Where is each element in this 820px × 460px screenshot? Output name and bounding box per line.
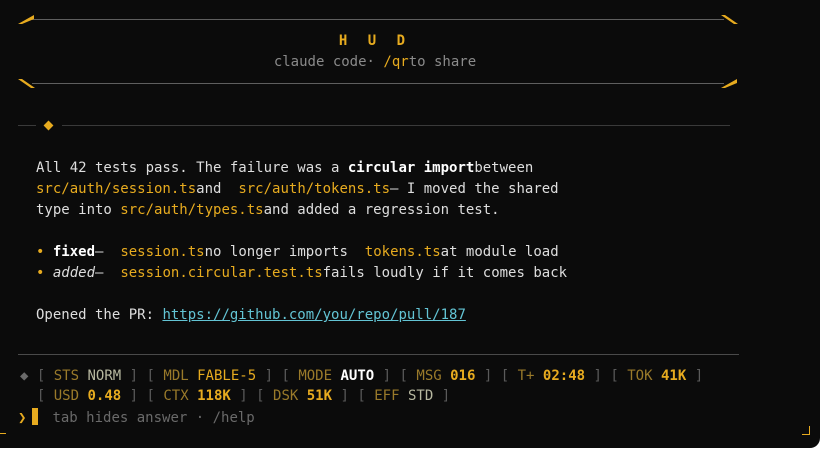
status-value: 016 bbox=[450, 368, 476, 384]
msg-text: and bbox=[196, 181, 230, 197]
qr-command[interactable]: /qr bbox=[383, 54, 408, 70]
status-bar-row-2: [ USD 0.48 ] [ CTX 118K ] [ DSK 51K ] [ … bbox=[36, 388, 451, 404]
msg-text: and added a regression test. bbox=[263, 202, 500, 218]
msg-text: between bbox=[474, 160, 534, 176]
file-name: session.ts bbox=[120, 244, 205, 260]
section-diamond-icon bbox=[43, 120, 54, 131]
assistant-message: All 42 tests pass. The failure was a cir… bbox=[36, 158, 736, 326]
status-value: 118K bbox=[197, 388, 231, 404]
subtitle-prefix: claude code· bbox=[273, 54, 375, 70]
file-path: src/auth/types.ts bbox=[120, 202, 264, 218]
header-bottom-left-ornament bbox=[18, 79, 35, 88]
pr-link[interactable]: https://github.com/you/repo/pull/187 bbox=[162, 307, 465, 323]
status-value: 51K bbox=[306, 388, 333, 404]
hud-title: H U D bbox=[338, 33, 412, 49]
msg-emphasis: circular import bbox=[347, 160, 475, 176]
status-label: MODE bbox=[298, 368, 333, 384]
prompt-chevron-icon: ❯ bbox=[18, 410, 27, 426]
bullet-tag: fixed bbox=[52, 244, 96, 260]
status-label: T+ bbox=[517, 368, 535, 384]
text-cursor bbox=[32, 408, 39, 425]
file-path: src/auth/tokens.ts bbox=[238, 181, 391, 197]
bullet-icon: • bbox=[36, 265, 45, 281]
status-label: USD bbox=[53, 388, 80, 404]
header-bottom-right-ornament bbox=[721, 79, 737, 88]
status-label: MDL bbox=[163, 368, 189, 384]
terminal-window: H U D claude code· /qrto share All 42 te… bbox=[0, 0, 820, 448]
status-value: 02:48 bbox=[542, 368, 586, 384]
status-value: NORM bbox=[87, 368, 122, 384]
prompt-line[interactable]: ❯ tab hides answer · /help bbox=[18, 408, 255, 426]
msg-text: All 42 tests pass. The failure was a bbox=[36, 160, 348, 176]
status-bar-row-1: ◆ [ STS NORM ] [ MDL FABLE-5 ] [ MODE AU… bbox=[20, 368, 704, 384]
subtitle-suffix: to share bbox=[408, 54, 477, 70]
status-label: STS bbox=[53, 368, 80, 384]
bullet-dash: — bbox=[95, 244, 112, 260]
header-top-left-ornament bbox=[18, 15, 34, 24]
file-name: tokens.ts bbox=[364, 244, 441, 260]
section-rule-right bbox=[62, 125, 730, 126]
file-path: src/auth/session.ts bbox=[36, 181, 197, 197]
status-rule bbox=[18, 354, 739, 355]
msg-text: at module load bbox=[440, 244, 559, 260]
status-value: STD bbox=[407, 388, 434, 404]
status-value: FABLE-5 bbox=[197, 368, 257, 384]
hud-subtitle: claude code· /qrto share bbox=[0, 54, 750, 70]
status-value: 0.48 bbox=[87, 388, 122, 404]
bottom-right-bracket bbox=[802, 426, 810, 435]
msg-text: type into bbox=[36, 202, 121, 218]
status-label: DSK bbox=[273, 388, 299, 404]
status-label: TOK bbox=[627, 368, 653, 384]
header-bottom-rule bbox=[32, 83, 724, 84]
bullet-dash: — bbox=[95, 265, 112, 281]
msg-text: no longer imports bbox=[204, 244, 357, 260]
bullet-icon: • bbox=[36, 244, 45, 260]
status-label: MSG bbox=[416, 368, 442, 384]
status-label: CTX bbox=[163, 388, 189, 404]
prompt-hint: tab hides answer · /help bbox=[52, 410, 255, 426]
status-diamond-icon: ◆ bbox=[20, 368, 29, 384]
bullet-tag: added bbox=[52, 265, 96, 281]
header-top-right-ornament bbox=[721, 15, 738, 24]
header-top-rule bbox=[32, 19, 724, 20]
status-value: AUTO bbox=[340, 368, 375, 384]
msg-text: fails loudly if it comes back bbox=[322, 265, 568, 281]
file-name: session.circular.test.ts bbox=[120, 265, 323, 281]
pr-label: Opened the PR: bbox=[36, 307, 163, 323]
bottom-left-bracket bbox=[0, 426, 6, 434]
section-rule-left bbox=[18, 125, 36, 126]
status-value: 41K bbox=[660, 368, 687, 384]
status-label: EFF bbox=[374, 388, 400, 404]
msg-text: — I moved the shared bbox=[390, 181, 559, 197]
